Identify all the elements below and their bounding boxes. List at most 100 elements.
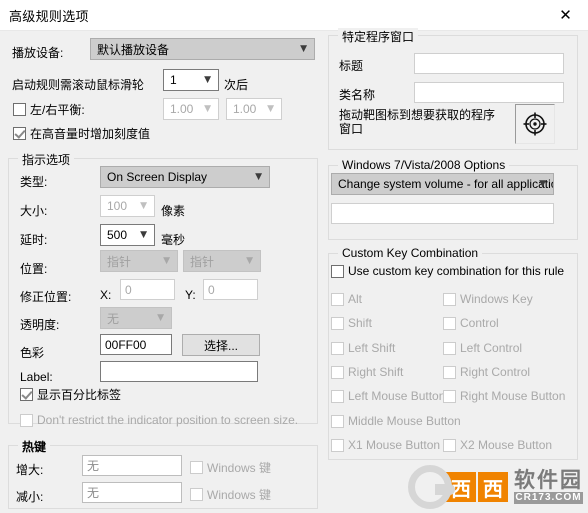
key-label: Windows Key — [460, 292, 533, 306]
balance-checkbox[interactable]: 左/右平衡: — [13, 101, 85, 118]
key-label: Right Control — [460, 365, 531, 379]
key-label: Right Shift — [348, 365, 404, 379]
window-title: 高级规则选项 — [9, 9, 89, 24]
offset-y-input: 0 — [203, 279, 258, 300]
dont-restrict-checkbox: Don't restrict the indicator position to… — [20, 413, 298, 427]
key-label: Left Control — [460, 341, 523, 355]
class-name-input[interactable] — [414, 82, 564, 103]
checkbox-box — [20, 388, 33, 401]
chevron-down-icon: ▼ — [204, 104, 211, 114]
windows-options-combo[interactable]: Change system volume - for all applicati… — [331, 173, 554, 195]
checkbox-box — [443, 316, 456, 330]
type-combo[interactable]: On Screen Display ▼ — [100, 166, 270, 188]
key-label: Shift — [348, 316, 373, 330]
increase-windows-key-label: Windows 键 — [207, 461, 272, 475]
close-icon[interactable]: ✕ — [543, 0, 588, 30]
label-input[interactable] — [100, 361, 258, 382]
decrease-label: 减小: — [16, 490, 44, 504]
windows-options-extra-input[interactable] — [331, 203, 554, 224]
delay-value: 500 — [107, 228, 128, 242]
watermark-square-2: 西 — [478, 472, 508, 502]
color-input[interactable]: 00FF00 — [100, 334, 172, 355]
transparency-combo: 无 ▼ — [100, 307, 172, 329]
key-checkbox-right-mouse-button: Right Mouse Button — [443, 389, 565, 403]
delay-label: 延时: — [20, 233, 48, 247]
key-checkbox-left-control: Left Control — [443, 341, 522, 355]
chevron-down-icon: ▼ — [255, 172, 262, 182]
increase-hotkey-input[interactable]: 无 — [82, 455, 182, 476]
key-checkbox-x1-mouse-button: X1 Mouse Button — [331, 438, 440, 452]
chevron-down-icon: ▼ — [140, 201, 147, 211]
decrease-hotkey-input[interactable]: 无 — [82, 482, 182, 503]
checkbox-box — [443, 389, 456, 403]
color-pick-button[interactable]: 选择... — [182, 334, 260, 356]
balance-right-value: 1.00 — [233, 102, 257, 116]
chevron-down-icon: ▼ — [246, 256, 253, 266]
indicator-options-group-title: 指示选项 — [18, 151, 75, 168]
delay-combo[interactable]: 500 ▼ — [100, 224, 155, 246]
checkbox-box — [13, 127, 26, 140]
key-label: Left Mouse Button — [348, 389, 446, 403]
windows-options-group-title: Windows 7/Vista/2008 Options — [338, 158, 510, 172]
offset-y-label: Y: — [185, 288, 196, 302]
key-checkbox-shift: Shift — [331, 316, 372, 330]
checkbox-box — [190, 461, 203, 474]
drag-hint-line2: 窗口 — [339, 122, 364, 136]
key-label: Right Mouse Button — [460, 389, 566, 403]
drag-hint-line1: 拖动靶图标到想要获取的程序 — [339, 108, 496, 122]
checkbox-box — [331, 438, 344, 452]
window-title-input[interactable] — [414, 53, 564, 74]
offset-x-input: 0 — [120, 279, 175, 300]
key-label: Middle Mouse Button — [348, 414, 461, 428]
key-label: X1 Mouse Button — [348, 438, 441, 452]
crosshair-target-glyph — [523, 112, 547, 136]
custom-key-group: Custom Key Combination — [328, 246, 578, 460]
checkbox-box — [443, 438, 456, 452]
scroll-count-combo[interactable]: 1 ▼ — [163, 69, 219, 91]
transparency-value: 无 — [107, 311, 120, 326]
position-value-1: 指针 — [107, 254, 132, 269]
type-label: 类型: — [20, 175, 48, 189]
checkbox-box — [331, 292, 344, 306]
key-checkbox-left-shift: Left Shift — [331, 341, 395, 355]
use-custom-key-checkbox[interactable]: Use custom key combination for this rule — [331, 264, 564, 278]
key-label: Left Shift — [348, 341, 396, 355]
color-label: 色彩 — [20, 346, 45, 360]
checkbox-box — [443, 365, 456, 379]
chevron-down-icon: ▼ — [163, 256, 170, 266]
offset-x-label: X: — [100, 288, 112, 302]
size-unit-label: 像素 — [161, 204, 186, 218]
offset-label: 修正位置: — [20, 290, 72, 304]
type-value: On Screen Display — [107, 170, 208, 184]
chevron-down-icon: ▼ — [157, 313, 164, 323]
position-combo-1: 指针 ▼ — [100, 250, 178, 272]
specific-window-group-title: 特定程序窗口 — [338, 28, 419, 45]
window-title-label: 标题 — [339, 59, 364, 73]
key-label: X2 Mouse Button — [460, 438, 553, 452]
label-label: Label: — [20, 370, 53, 384]
key-checkbox-x2-mouse-button: X2 Mouse Button — [443, 438, 552, 452]
high-volume-checkbox[interactable]: 在高音量时增加刻度值 — [13, 125, 150, 142]
checkbox-box — [331, 414, 344, 428]
custom-key-group-title: Custom Key Combination — [338, 246, 483, 260]
key-checkbox-right-shift: Right Shift — [331, 365, 403, 379]
chevron-down-icon: ▼ — [267, 104, 274, 114]
scroll-count-value: 1 — [170, 73, 177, 87]
key-checkbox-control: Control — [443, 316, 499, 330]
playback-device-value: 默认播放设备 — [97, 42, 170, 57]
watermark-cn-text: 软件园 — [514, 469, 583, 492]
class-name-label: 类名称 — [339, 88, 376, 102]
balance-left-value: 1.00 — [170, 102, 194, 116]
playback-device-combo[interactable]: 默认播放设备 ▼ — [90, 38, 315, 60]
key-checkbox-windows-key: Windows Key — [443, 292, 533, 306]
increase-windows-key-checkbox: Windows 键 — [190, 459, 271, 476]
crosshair-target-icon[interactable] — [515, 104, 555, 144]
key-label: Control — [460, 316, 499, 330]
decrease-windows-key-label: Windows 键 — [207, 488, 272, 502]
drag-hint-text: 拖动靶图标到想要获取的程序 窗口 — [339, 108, 509, 136]
checkbox-box — [20, 413, 33, 427]
show-percent-checkbox[interactable]: 显示百分比标签 — [20, 386, 121, 403]
use-custom-key-label: Use custom key combination for this rule — [348, 264, 565, 278]
key-checkbox-alt: Alt — [331, 292, 362, 306]
checkbox-box — [331, 365, 344, 379]
